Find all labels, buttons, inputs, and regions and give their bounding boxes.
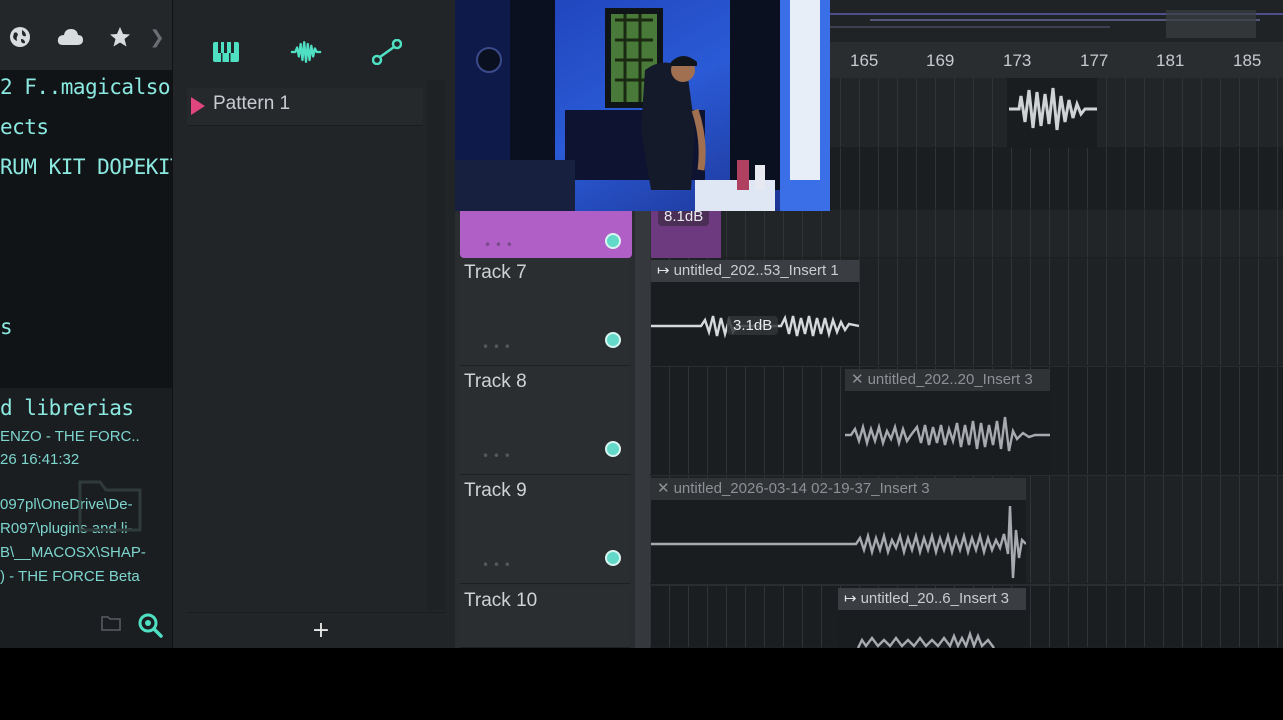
globe-icon[interactable] bbox=[6, 22, 34, 52]
play-arrow-icon bbox=[191, 97, 205, 115]
track-led[interactable] bbox=[605, 441, 621, 457]
track-name: Track 9 bbox=[464, 480, 527, 501]
bar-number: 177 bbox=[1080, 51, 1109, 70]
clip-muted-icon: ✕ bbox=[657, 480, 670, 497]
list-item[interactable]: s bbox=[0, 315, 13, 339]
track-header-7[interactable]: Track 7 • • • bbox=[460, 258, 630, 366]
info-path: B\__MACOSX\SHAP- bbox=[0, 544, 146, 561]
track-lane[interactable]: ↦ untitled_202..53_Insert 1 3.1dB bbox=[650, 258, 1283, 366]
track-lane[interactable] bbox=[650, 210, 1283, 258]
audio-clip[interactable] bbox=[1007, 78, 1097, 148]
bar-number: 185 bbox=[1233, 51, 1262, 70]
pattern-footer: + bbox=[187, 612, 445, 648]
bar-number: 169 bbox=[926, 51, 955, 70]
fl-studio-window: ❯ 2 F..magicalsounds ects RUM KIT DOPEKI… bbox=[0, 0, 1283, 648]
track-lane[interactable]: ↦ untitled_20..6_Insert 3 bbox=[650, 586, 1283, 648]
audio-clip[interactable]: ↦ untitled_20..6_Insert 3 bbox=[838, 588, 1026, 648]
track-lane[interactable]: ✕ untitled_2026-03-14 02-19-37_Insert 3 bbox=[650, 476, 1283, 584]
info-path: ) - THE FORCE Beta bbox=[0, 568, 140, 585]
track-led[interactable] bbox=[605, 550, 621, 566]
volume-label: 3.1dB bbox=[727, 316, 779, 335]
browser-info-panel: d librerias ENZO - THE FORC.. 26 16:41:3… bbox=[0, 388, 172, 606]
webcam-overlay bbox=[455, 0, 830, 211]
clip-play-icon: ↦ bbox=[844, 590, 857, 607]
waveform bbox=[1009, 87, 1097, 131]
chevron-right-icon[interactable]: ❯ bbox=[148, 22, 166, 52]
track-header-8[interactable]: Track 8 • • • bbox=[460, 367, 630, 475]
audio-clip[interactable]: ✕ untitled_202..20_Insert 3 bbox=[845, 369, 1050, 475]
timeline-ruler[interactable]: 165 169 173 177 181 185 bbox=[830, 42, 1283, 78]
audio-clip[interactable]: ✕ untitled_2026-03-14 02-19-37_Insert 3 bbox=[651, 478, 1026, 584]
webcam-image bbox=[455, 0, 830, 211]
waveform bbox=[651, 505, 1026, 579]
pattern-track-header[interactable]: • • • bbox=[460, 210, 632, 258]
add-pattern-button[interactable]: + bbox=[311, 620, 331, 642]
browser-panel: ❯ 2 F..magicalsounds ects RUM KIT DOPEKI… bbox=[0, 0, 219, 648]
pattern-scrollbar[interactable] bbox=[427, 80, 445, 610]
audio-clip[interactable]: ↦ untitled_202..53_Insert 1 bbox=[651, 260, 859, 366]
pattern-item[interactable]: Pattern 1 bbox=[187, 88, 423, 126]
waveform bbox=[856, 630, 995, 648]
clip-title: ✕ untitled_2026-03-14 02-19-37_Insert 3 bbox=[651, 478, 1026, 500]
bar-number: 165 bbox=[850, 51, 879, 70]
pattern-label: Pattern 1 bbox=[213, 93, 291, 114]
list-item[interactable]: ects bbox=[0, 115, 49, 139]
bar-number: 173 bbox=[1003, 51, 1032, 70]
track-name: Track 8 bbox=[464, 371, 527, 392]
clip-title: ✕ untitled_202..20_Insert 3 bbox=[845, 369, 1050, 391]
folder-icon[interactable] bbox=[100, 614, 122, 632]
audio-wave-icon[interactable] bbox=[290, 38, 322, 66]
bar-number: 181 bbox=[1156, 51, 1185, 70]
star-icon[interactable] bbox=[106, 22, 134, 52]
waveform bbox=[845, 416, 1050, 452]
clip-title: ↦ untitled_20..6_Insert 3 bbox=[838, 588, 1026, 610]
browser-list: 2 F..magicalsounds ects RUM KIT DOPEKIT … bbox=[0, 70, 219, 388]
list-item[interactable]: RUM KIT DOPEKIT bbox=[0, 155, 183, 179]
clip-title: ↦ untitled_202..53_Insert 1 bbox=[651, 260, 859, 282]
clip-play-icon: ↦ bbox=[657, 262, 670, 279]
track-lane[interactable]: ✕ untitled_202..20_Insert 3 bbox=[650, 367, 1283, 475]
browser-footer bbox=[0, 606, 172, 648]
track-led[interactable] bbox=[605, 332, 621, 348]
automation-icon[interactable] bbox=[371, 38, 403, 66]
track-header-9[interactable]: Track 9 • • • bbox=[460, 476, 630, 584]
search-icon[interactable] bbox=[136, 611, 164, 639]
overview-strip[interactable] bbox=[830, 0, 1283, 42]
browser-toolbar: ❯ bbox=[0, 0, 172, 70]
cloud-icon[interactable] bbox=[56, 22, 84, 52]
info-name: ENZO - THE FORC.. bbox=[0, 428, 140, 445]
info-date: 26 16:41:32 bbox=[0, 451, 80, 468]
clip-muted-icon: ✕ bbox=[851, 371, 864, 388]
track-name: Track 7 bbox=[464, 262, 527, 283]
track-name: Track 10 bbox=[464, 590, 538, 611]
info-title: d librerias bbox=[0, 396, 134, 420]
track-led[interactable] bbox=[605, 233, 621, 249]
piano-roll-icon[interactable] bbox=[210, 38, 242, 66]
track-header-10[interactable]: Track 10 bbox=[460, 586, 630, 648]
folder-watermark-icon bbox=[78, 480, 142, 532]
overview-minimap bbox=[830, 10, 1283, 38]
pattern-panel: Pattern 1 + bbox=[172, 0, 455, 648]
